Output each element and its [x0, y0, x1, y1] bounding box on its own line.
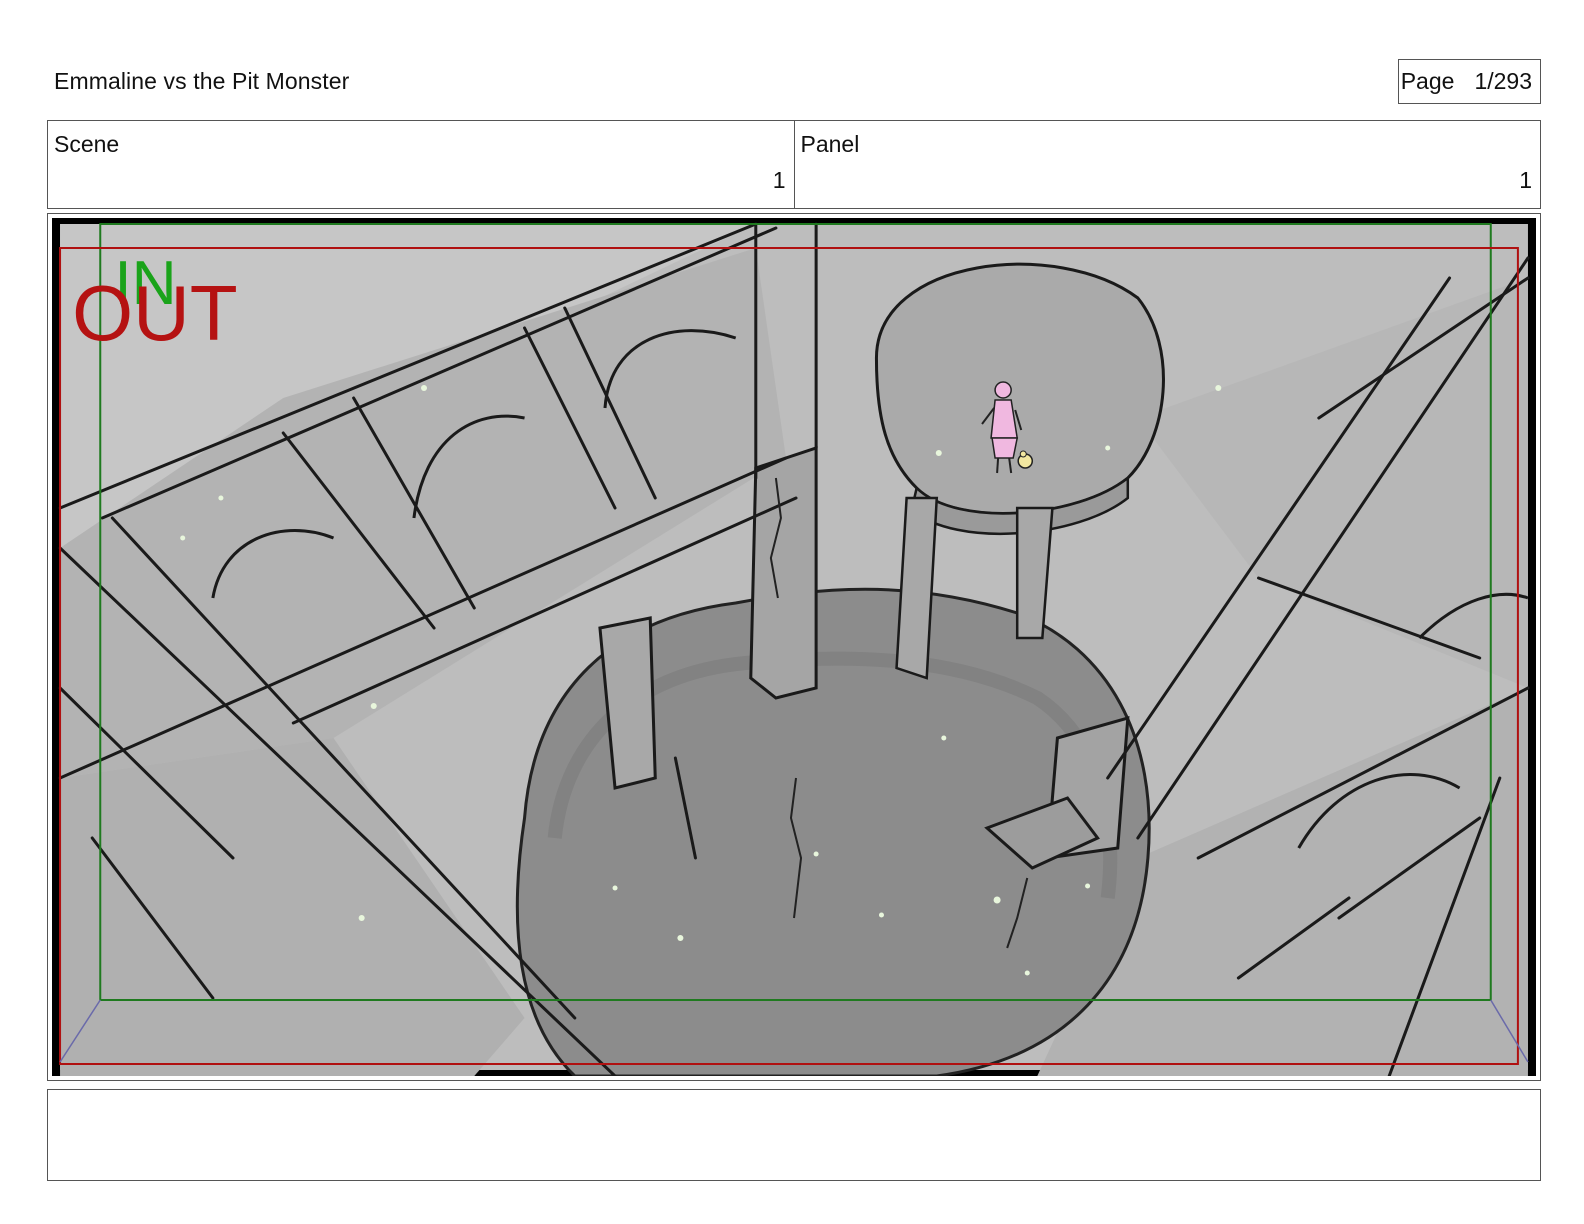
panel-label: Panel — [800, 131, 860, 157]
panel-notes — [47, 1089, 1541, 1181]
scene-number: 1 — [772, 167, 786, 193]
scene-label: Scene — [54, 131, 120, 157]
page-number: 1/293 — [1474, 68, 1532, 94]
storyboard-panel: IN OUT — [47, 213, 1541, 1081]
panel-number: 1 — [1519, 167, 1532, 193]
center-pillar — [749, 445, 818, 700]
document-title: Emmaline vs the Pit Monster — [54, 68, 350, 94]
panel-drawing: IN OUT — [52, 218, 1536, 1076]
panel-sketch: IN OUT — [52, 218, 1536, 1076]
scene-cell: Scene 1 — [48, 121, 794, 208]
page-indicator: Page 1/293 — [1398, 59, 1541, 104]
page-label: Page — [1400, 68, 1455, 94]
out-label: OUT — [72, 269, 238, 357]
round-balcony-top — [874, 262, 1165, 515]
panel-cell: Panel 1 — [793, 121, 1541, 208]
scene-panel-info: Scene 1 Panel 1 — [47, 120, 1541, 209]
